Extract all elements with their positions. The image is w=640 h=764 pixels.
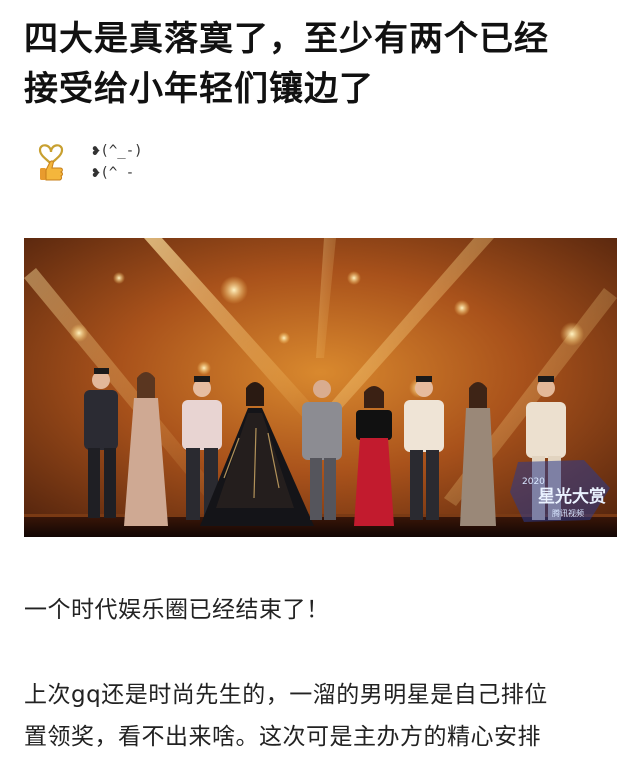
author-name-line-2: ❥(^ - — [92, 165, 135, 181]
paragraph-2-line-2: 置领奖，看不出来啥。这次可是主办方的精心安排 — [24, 724, 541, 750]
author-name-line-1: ❥(^_-) — [92, 143, 143, 159]
paragraph-2-line-1: 上次gq还是时尚先生的，一溜的男明星是自己排位 — [24, 682, 548, 708]
article-photo[interactable]: 2020 星光大赏 腾讯视频 — [24, 238, 617, 537]
article-title: 四大是真落寞了，至少有两个已经 接受给小年轻们镶边了 — [24, 14, 624, 114]
heart-thumbs-up-icon[interactable] — [34, 140, 68, 184]
title-line-2: 接受给小年轻们镶边了 — [24, 69, 374, 109]
svg-text:2020: 2020 — [522, 477, 545, 487]
svg-text:腾讯视频: 腾讯视频 — [552, 508, 584, 518]
paragraph-1: 一个时代娱乐圈已经结束了！ — [24, 589, 624, 631]
svg-text:星光大赏: 星光大赏 — [538, 486, 606, 507]
title-line-1: 四大是真落寞了，至少有两个已经 — [24, 19, 549, 59]
paragraph-1-line-1: 一个时代娱乐圈已经结束了！ — [24, 597, 330, 623]
author-name[interactable]: ❥(^_-) ❥(^ - — [92, 140, 292, 184]
paragraph-2: 上次gq还是时尚先生的，一溜的男明星是自己排位 置领奖，看不出来啥。这次可是主办… — [24, 674, 624, 758]
